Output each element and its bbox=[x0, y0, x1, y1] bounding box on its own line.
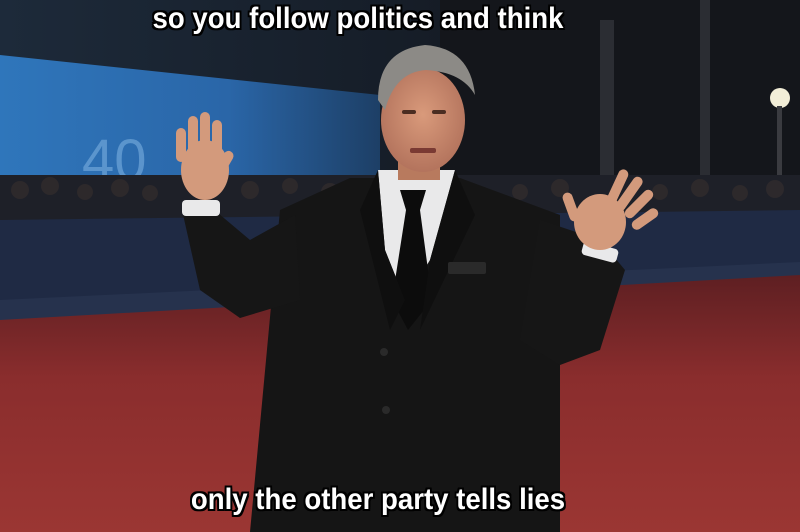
meme-image: 40 so you follow politics and think only… bbox=[0, 0, 800, 532]
left-cuff bbox=[182, 200, 220, 216]
bottom-caption: only the other party tells lies bbox=[190, 483, 566, 516]
photo-scene: 40 bbox=[0, 0, 800, 532]
top-caption: so you follow politics and think bbox=[152, 2, 564, 35]
pocket-square bbox=[448, 262, 486, 274]
street-light bbox=[770, 88, 790, 108]
